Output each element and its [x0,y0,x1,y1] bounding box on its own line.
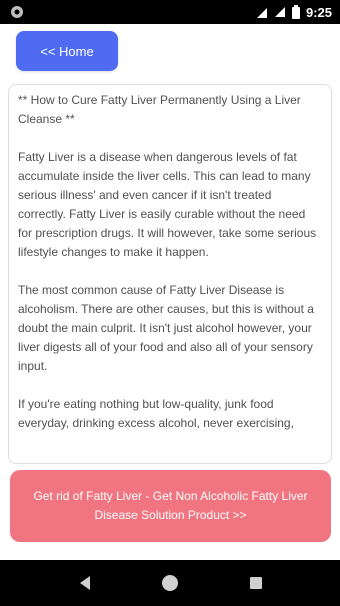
status-bar: 9:25 [0,0,340,24]
article-content: ** How to Cure Fatty Liver Permanently U… [9,85,331,433]
status-icons: 9:25 [256,3,332,21]
back-icon[interactable] [78,575,92,591]
home-button-label: << Home [40,43,94,59]
recents-icon[interactable] [250,577,262,589]
get-solution-label: Get rid of Fatty Liver - Get Non Alcohol… [33,489,308,522]
article-scroll-view[interactable]: ** How to Cure Fatty Liver Permanently U… [8,84,332,464]
article-paragraph: The most common cause of Fatty Liver Dis… [18,283,314,373]
battery-icon [291,5,300,19]
home-button[interactable]: << Home [16,31,118,71]
notification-dot-icon [11,6,23,18]
signal-icon [274,7,285,17]
home-icon[interactable] [161,574,179,592]
get-solution-button[interactable]: Get rid of Fatty Liver - Get Non Alcohol… [10,470,331,542]
article-paragraph: Fatty Liver is a disease when dangerous … [18,150,317,259]
article-heading: ** How to Cure Fatty Liver Permanently U… [18,93,301,126]
clock: 9:25 [305,4,332,20]
wifi-icon [256,8,267,18]
article-paragraph: If you're eating nothing but low-quality… [18,397,294,430]
navigation-bar [0,560,340,606]
